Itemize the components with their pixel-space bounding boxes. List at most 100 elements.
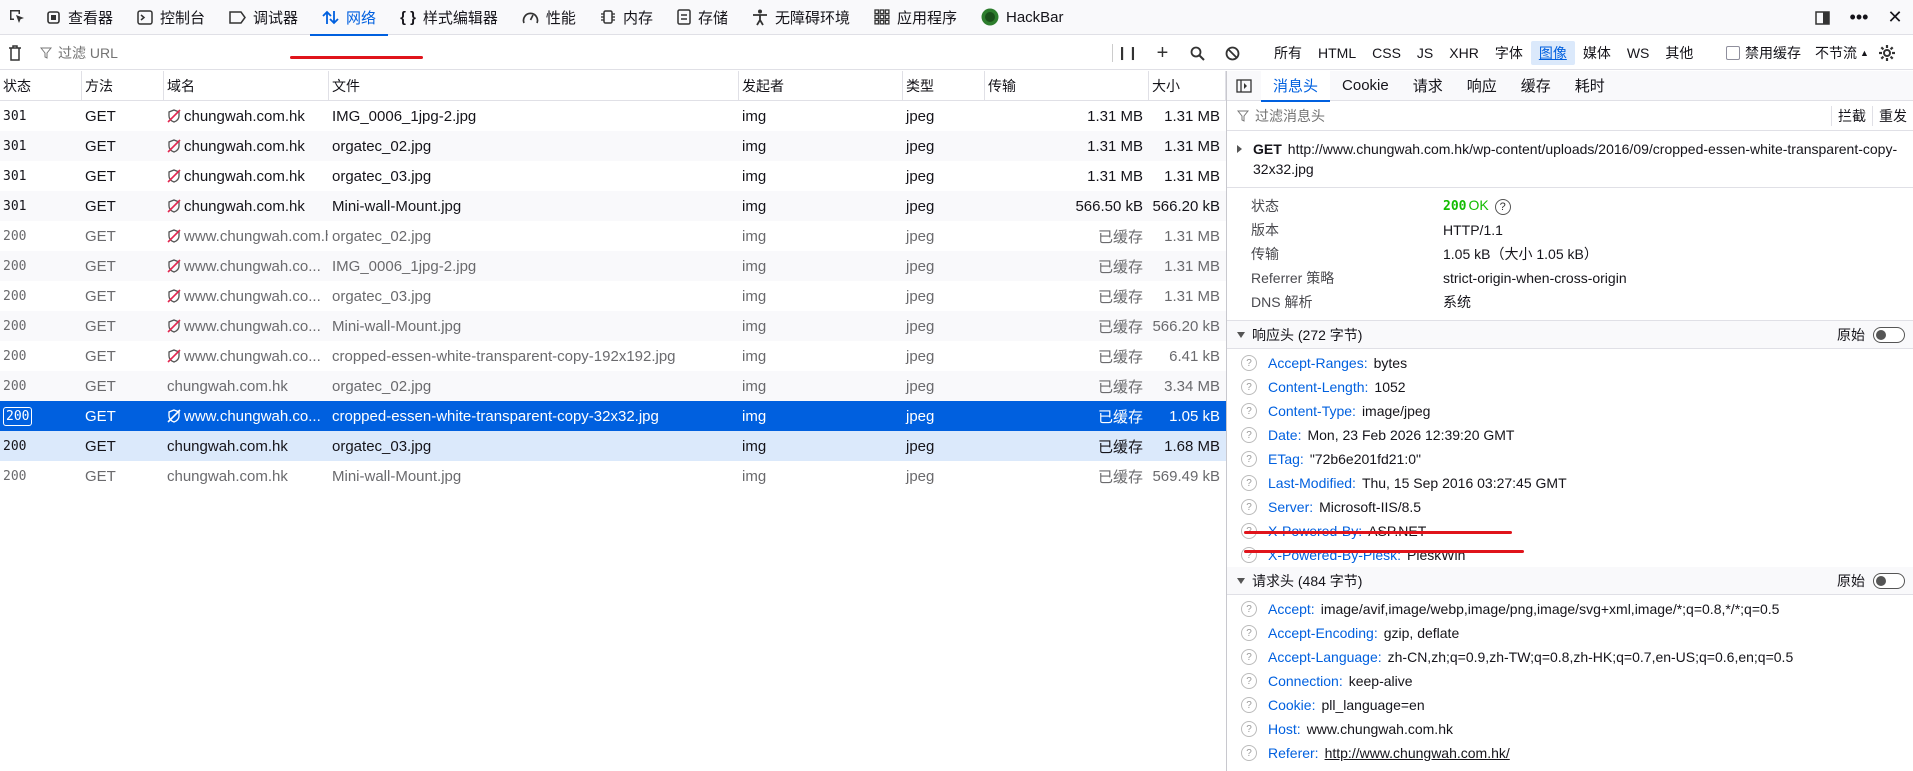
search-icon[interactable] <box>1180 46 1215 61</box>
method-cell: GET <box>85 257 116 275</box>
tab-style-editor[interactable]: { } 样式编辑器 <box>388 0 510 35</box>
type-filter-7[interactable]: 媒体 <box>1575 43 1619 63</box>
filter-headers-input[interactable]: 过滤消息头 拦截 重发 <box>1227 101 1913 131</box>
details-tab[interactable]: 消息头 <box>1261 71 1331 102</box>
status-code: 301 <box>3 138 27 154</box>
raw-toggle[interactable]: 原始 <box>1837 567 1905 595</box>
help-icon[interactable]: ? <box>1241 379 1257 395</box>
details-tab[interactable]: Cookie <box>1330 71 1401 101</box>
details-tab[interactable]: 响应 <box>1455 71 1509 101</box>
throttle-select[interactable]: 不节流 ▲ <box>1815 36 1869 70</box>
domain-text: chungwah.com.hk <box>167 377 288 395</box>
more-options-icon[interactable]: ••• <box>1841 7 1877 28</box>
request-url-row[interactable]: GET http://www.chungwah.com.hk/wp-content… <box>1227 131 1913 188</box>
table-row[interactable]: 200 GET chungwah.com.hk Mini-wall-Mount.jpg… <box>0 461 1226 491</box>
type-filter-0[interactable]: 所有 <box>1266 43 1310 63</box>
type-filter-5[interactable]: 字体 <box>1487 43 1531 63</box>
table-row[interactable]: 301 GET chungwah.com.hk orgatec_02.jpg img jp… <box>0 131 1226 161</box>
type-cell: jpeg <box>906 107 935 125</box>
table-row[interactable]: 301 GET chungwah.com.hk Mini-wall-Mount.jpg… <box>0 191 1226 221</box>
tab-storage[interactable]: 存储 <box>665 0 740 35</box>
tab-hackbar[interactable]: HackBar <box>969 0 1076 35</box>
column-header[interactable]: 状态 <box>0 71 82 101</box>
table-row[interactable]: 200 GET chungwah.com.hk orgatec_02.jpg img jp… <box>0 371 1226 401</box>
expand-arrow-icon[interactable] <box>1237 145 1242 153</box>
block-button[interactable]: 拦截 <box>1831 106 1872 126</box>
type-filter-8[interactable]: WS <box>1619 45 1658 61</box>
help-icon[interactable]: ? <box>1241 721 1257 737</box>
collapse-triangle-icon[interactable] <box>1237 331 1245 338</box>
table-row[interactable]: 200 GET www.chungwah.co... Mini-wall-Mount.… <box>0 311 1226 341</box>
tab-inspector[interactable]: 查看器 <box>34 0 125 35</box>
type-filter-2[interactable]: CSS <box>1364 45 1409 61</box>
details-tab[interactable]: 缓存 <box>1509 71 1563 101</box>
column-header[interactable]: 大小 <box>1149 71 1226 101</box>
type-filter-1[interactable]: HTML <box>1310 45 1364 61</box>
response-headers-section[interactable]: 响应头 (272 字节) 原始 <box>1227 321 1913 349</box>
tab-accessibility[interactable]: 无障碍环境 <box>740 0 862 35</box>
column-header[interactable]: 方法 <box>82 71 164 101</box>
table-row[interactable]: 301 GET chungwah.com.hk orgatec_03.jpg img jp… <box>0 161 1226 191</box>
pause-icon[interactable]: ❙❙ <box>1110 45 1145 61</box>
help-icon[interactable]: ? <box>1241 601 1257 617</box>
table-header: 状态 方法 域名 文件 发起者 类型 传输 大小 <box>0 71 1226 101</box>
column-header[interactable]: 传输 <box>985 71 1149 101</box>
tab-performance[interactable]: 性能 <box>510 0 588 35</box>
column-header[interactable]: 类型 <box>903 71 985 101</box>
status-cell: 200 <box>0 251 82 281</box>
column-header[interactable]: 文件 <box>329 71 739 101</box>
help-icon[interactable]: ? <box>1241 625 1257 641</box>
filter-url-input[interactable]: 过滤 URL <box>40 43 1100 63</box>
element-picker-icon[interactable] <box>0 0 34 35</box>
raw-toggle[interactable]: 原始 <box>1837 321 1905 349</box>
help-icon[interactable]: ? <box>1241 355 1257 371</box>
type-filter-6[interactable]: 图像 <box>1530 41 1575 65</box>
help-icon[interactable]: ? <box>1241 673 1257 689</box>
help-icon[interactable]: ? <box>1241 427 1257 443</box>
request-headers-section[interactable]: 请求头 (484 字节) 原始 <box>1227 567 1913 595</box>
details-tab[interactable]: 耗时 <box>1563 71 1617 101</box>
column-header[interactable]: 域名 <box>164 71 329 101</box>
column-header[interactable]: 发起者 <box>739 71 903 101</box>
table-row[interactable]: 200 GET www.chungwah.co... orgatec_03.jpg im… <box>0 281 1226 311</box>
type-filter-4[interactable]: XHR <box>1441 45 1487 61</box>
tab-memory[interactable]: 内存 <box>588 0 665 35</box>
add-icon[interactable]: + <box>1145 42 1180 65</box>
help-icon[interactable]: ? <box>1241 451 1257 467</box>
collapse-triangle-icon[interactable] <box>1237 577 1245 584</box>
settings-gear-icon[interactable] <box>1878 36 1896 70</box>
tab-debugger[interactable]: 调试器 <box>217 0 310 35</box>
table-row[interactable]: 200 GET www.chungwah.co... IMG_0006_1jpg-2.… <box>0 251 1226 281</box>
help-icon[interactable]: ? <box>1241 745 1257 761</box>
help-icon[interactable]: ? <box>1241 475 1257 491</box>
method-cell: GET <box>85 287 116 305</box>
header-value: keep-alive <box>1348 673 1413 689</box>
table-row[interactable]: 200 GET www.chungwah.com.hk orgatec_02.jpg i… <box>0 221 1226 251</box>
help-icon[interactable]: ? <box>1241 403 1257 419</box>
disable-cache-checkbox[interactable]: 禁用缓存 <box>1726 36 1801 70</box>
type-filter-3[interactable]: JS <box>1409 45 1441 61</box>
raw-switch[interactable] <box>1873 573 1905 589</box>
table-row[interactable]: 200 GET www.chungwah.co... cropped-essen-wh… <box>0 341 1226 371</box>
help-icon[interactable]: ? <box>1241 649 1257 665</box>
help-icon[interactable]: ? <box>1241 499 1257 515</box>
clear-trash-icon[interactable] <box>0 44 30 61</box>
resend-button[interactable]: 重发 <box>1872 106 1913 126</box>
dock-icon[interactable] <box>1805 10 1841 26</box>
close-icon[interactable]: ✕ <box>1877 7 1913 28</box>
header-value[interactable]: http://www.chungwah.com.hk/ <box>1325 745 1510 761</box>
table-row[interactable]: 301 GET chungwah.com.hk IMG_0006_1jpg-2.jpg… <box>0 101 1226 131</box>
help-icon[interactable]: ? <box>1494 199 1511 215</box>
details-tab[interactable]: 请求 <box>1401 71 1455 101</box>
help-icon[interactable]: ? <box>1241 697 1257 713</box>
type-filter-9[interactable]: 其他 <box>1657 43 1701 63</box>
tab-application[interactable]: 应用程序 <box>862 0 969 35</box>
raw-switch[interactable] <box>1873 327 1905 343</box>
table-row[interactable]: 200 GET chungwah.com.hk orgatec_03.jpg img jp… <box>0 431 1226 461</box>
toggle-panel-icon[interactable] <box>1227 78 1261 93</box>
block-icon[interactable] <box>1215 46 1250 61</box>
tab-console[interactable]: 控制台 <box>125 0 217 35</box>
domain-cell: www.chungwah.co... <box>164 281 329 311</box>
tab-network[interactable]: 网络 <box>310 0 389 36</box>
table-row[interactable]: 200 GET www.chungwah.co... cropped-essen-wh… <box>0 401 1226 431</box>
